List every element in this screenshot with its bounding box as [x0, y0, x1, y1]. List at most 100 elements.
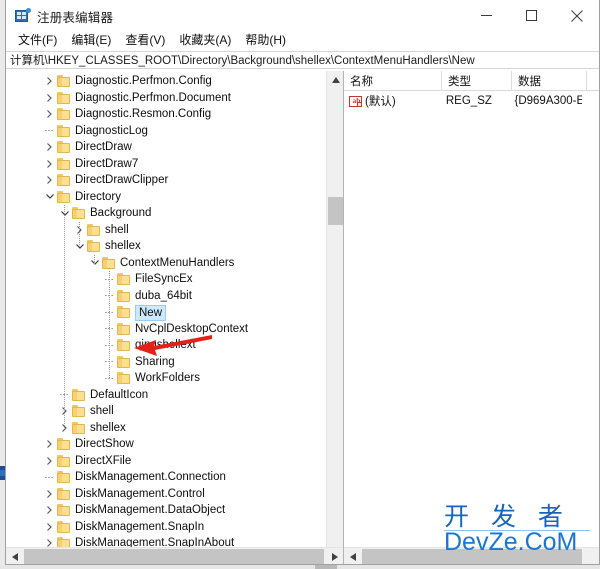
scroll-left-arrow-icon[interactable] — [6, 548, 23, 564]
tree-item-label: Diagnostic.Resmon.Config — [75, 108, 212, 120]
values-column-headers: 名称 类型 数据 — [344, 71, 599, 91]
tree-item-label: DiagnosticLog — [75, 124, 148, 137]
menu-item-edit[interactable]: 编辑(E) — [66, 32, 120, 50]
chevron-right-icon[interactable] — [44, 172, 55, 188]
tree-item-label: Background — [90, 207, 152, 219]
tree-item[interactable]: DiskManagement.Connection — [6, 469, 326, 486]
tree-item[interactable]: DirectShow — [6, 436, 326, 453]
tree-item[interactable]: DiskManagement.DataObject — [6, 502, 326, 519]
tree-item[interactable]: Diagnostic.Perfmon.Config — [6, 73, 326, 90]
folder-icon — [57, 471, 71, 483]
registry-tree[interactable]: Diagnostic.Perfmon.Config Diagnostic.Perf… — [6, 73, 326, 547]
chevron-right-icon[interactable] — [44, 156, 55, 172]
values-rows: ab (默认) REG_SZ {D969A300-E — [344, 92, 582, 547]
tree-hscroll-thumb[interactable] — [24, 549, 324, 564]
desktop-bottom-tab — [315, 565, 337, 569]
tree-item[interactable]: Background — [6, 205, 326, 222]
chevron-right-icon[interactable] — [44, 73, 55, 89]
tree-item-label: Directory — [75, 190, 122, 203]
chevron-right-icon[interactable] — [44, 519, 55, 535]
tree-item[interactable]: Directory — [6, 189, 326, 206]
folder-icon — [72, 207, 86, 219]
tree-item[interactable]: shellex — [6, 238, 326, 255]
tree-item-label: shell — [105, 223, 129, 236]
value-data-cell: {D969A300-E — [514, 95, 582, 107]
tree-item[interactable]: shellex — [6, 420, 326, 437]
tree-item[interactable]: shell — [6, 222, 326, 239]
value-row[interactable]: ab (默认) REG_SZ {D969A300-E — [344, 92, 582, 110]
scroll-up-arrow-icon[interactable] — [327, 71, 343, 88]
menu-item-file[interactable]: 文件(F) — [13, 32, 66, 50]
tree-item[interactable]: WorkFolders — [6, 370, 326, 387]
tree-item-label: DirectShow — [75, 438, 134, 450]
tree-item-label: DiskManagement.SnapIn — [75, 520, 205, 533]
chevron-right-icon[interactable] — [44, 90, 55, 106]
menu-item-favorites[interactable]: 收藏夹(A) — [174, 32, 240, 50]
tree-item-label: duba_64bit — [135, 289, 192, 302]
value-type-cell: REG_SZ — [445, 95, 492, 107]
menu-item-help[interactable]: 帮助(H) — [240, 32, 295, 50]
chevron-right-icon[interactable] — [44, 436, 55, 452]
values-hscroll-thumb[interactable] — [362, 549, 582, 564]
close-button[interactable] — [554, 0, 599, 31]
tree-item[interactable]: DiskManagement.Control — [6, 486, 326, 503]
registry-editor-window: 注册表编辑器 文件(F) 编辑(E) 查看(V) 收藏夹(A) 帮助(H) 计算… — [5, 0, 600, 565]
folder-icon — [57, 504, 71, 516]
chevron-right-icon[interactable] — [44, 139, 55, 155]
chevron-right-icon[interactable] — [44, 106, 55, 122]
column-header-data[interactable]: 数据 — [512, 71, 587, 91]
tree-item[interactable]: qingshellext — [6, 337, 326, 354]
values-scroll-left-arrow-icon[interactable] — [344, 548, 361, 564]
registry-tree-pane: Diagnostic.Perfmon.Config Diagnostic.Perf… — [6, 71, 344, 564]
folder-icon — [117, 289, 131, 302]
minimize-button[interactable] — [464, 0, 509, 31]
tree-item[interactable]: shell — [6, 403, 326, 420]
tree-item[interactable]: DiskManagement.SnapInAbout — [6, 535, 326, 547]
folder-icon — [87, 240, 101, 252]
tree-item-selected[interactable]: New — [6, 304, 326, 321]
chevron-right-icon[interactable] — [44, 502, 55, 518]
chevron-right-icon[interactable] — [44, 486, 55, 502]
tree-item[interactable]: DiskManagement.SnapIn — [6, 519, 326, 536]
tree-item[interactable]: Sharing — [6, 354, 326, 371]
tree-item[interactable]: DirectDraw — [6, 139, 326, 156]
tree-item-label: NvCplDesktopContext — [135, 322, 249, 335]
screenshot-root: 注册表编辑器 文件(F) 编辑(E) 查看(V) 收藏夹(A) 帮助(H) 计算… — [0, 0, 600, 569]
folder-icon — [57, 124, 71, 137]
scroll-right-arrow-icon[interactable] — [326, 548, 343, 564]
values-horizontal-scrollbar[interactable] — [344, 547, 599, 564]
tree-item[interactable]: ContextMenuHandlers — [6, 255, 326, 272]
tree-item[interactable]: DirectDrawClipper — [6, 172, 326, 189]
folder-icon — [57, 108, 71, 120]
column-header-name[interactable]: 名称 — [344, 71, 442, 91]
column-header-type[interactable]: 类型 — [442, 71, 512, 91]
value-name-cell: ab (默认) — [344, 93, 440, 109]
tree-item[interactable]: Diagnostic.Resmon.Config — [6, 106, 326, 123]
tree-item-label: DirectXFile — [75, 454, 132, 467]
tree-item[interactable]: DiagnosticLog — [6, 123, 326, 140]
maximize-button[interactable] — [509, 0, 554, 31]
folder-icon — [57, 190, 71, 203]
chevron-down-icon[interactable] — [44, 189, 55, 205]
chevron-right-icon[interactable] — [44, 453, 55, 469]
tree-item-label: qingshellext — [135, 339, 196, 351]
folder-icon — [57, 141, 71, 153]
folder-icon — [117, 355, 131, 368]
tree-item[interactable]: Diagnostic.Perfmon.Document — [6, 90, 326, 107]
address-bar[interactable]: 计算机\HKEY_CLASSES_ROOT\Directory\Backgrou… — [6, 51, 599, 69]
menu-bar: 文件(F) 编辑(E) 查看(V) 收藏夹(A) 帮助(H) — [6, 31, 599, 51]
tree-item[interactable]: NvCplDesktopContext — [6, 321, 326, 338]
tree-item[interactable]: DirectDraw7 — [6, 156, 326, 173]
tree-guide-line — [64, 205, 65, 429]
tree-horizontal-scrollbar[interactable] — [6, 547, 343, 564]
tree-vertical-scrollbar[interactable] — [326, 71, 343, 564]
string-value-icon: ab — [349, 95, 362, 107]
tree-item[interactable]: DirectXFile — [6, 453, 326, 470]
tree-item[interactable]: DefaultIcon — [6, 387, 326, 404]
tree-item[interactable]: duba_64bit — [6, 288, 326, 305]
folder-icon — [57, 454, 71, 467]
menu-item-view[interactable]: 查看(V) — [120, 32, 174, 50]
chevron-right-icon[interactable] — [44, 535, 55, 547]
tree-item[interactable]: FileSyncEx — [6, 271, 326, 288]
tree-scroll-thumb[interactable] — [328, 197, 343, 225]
